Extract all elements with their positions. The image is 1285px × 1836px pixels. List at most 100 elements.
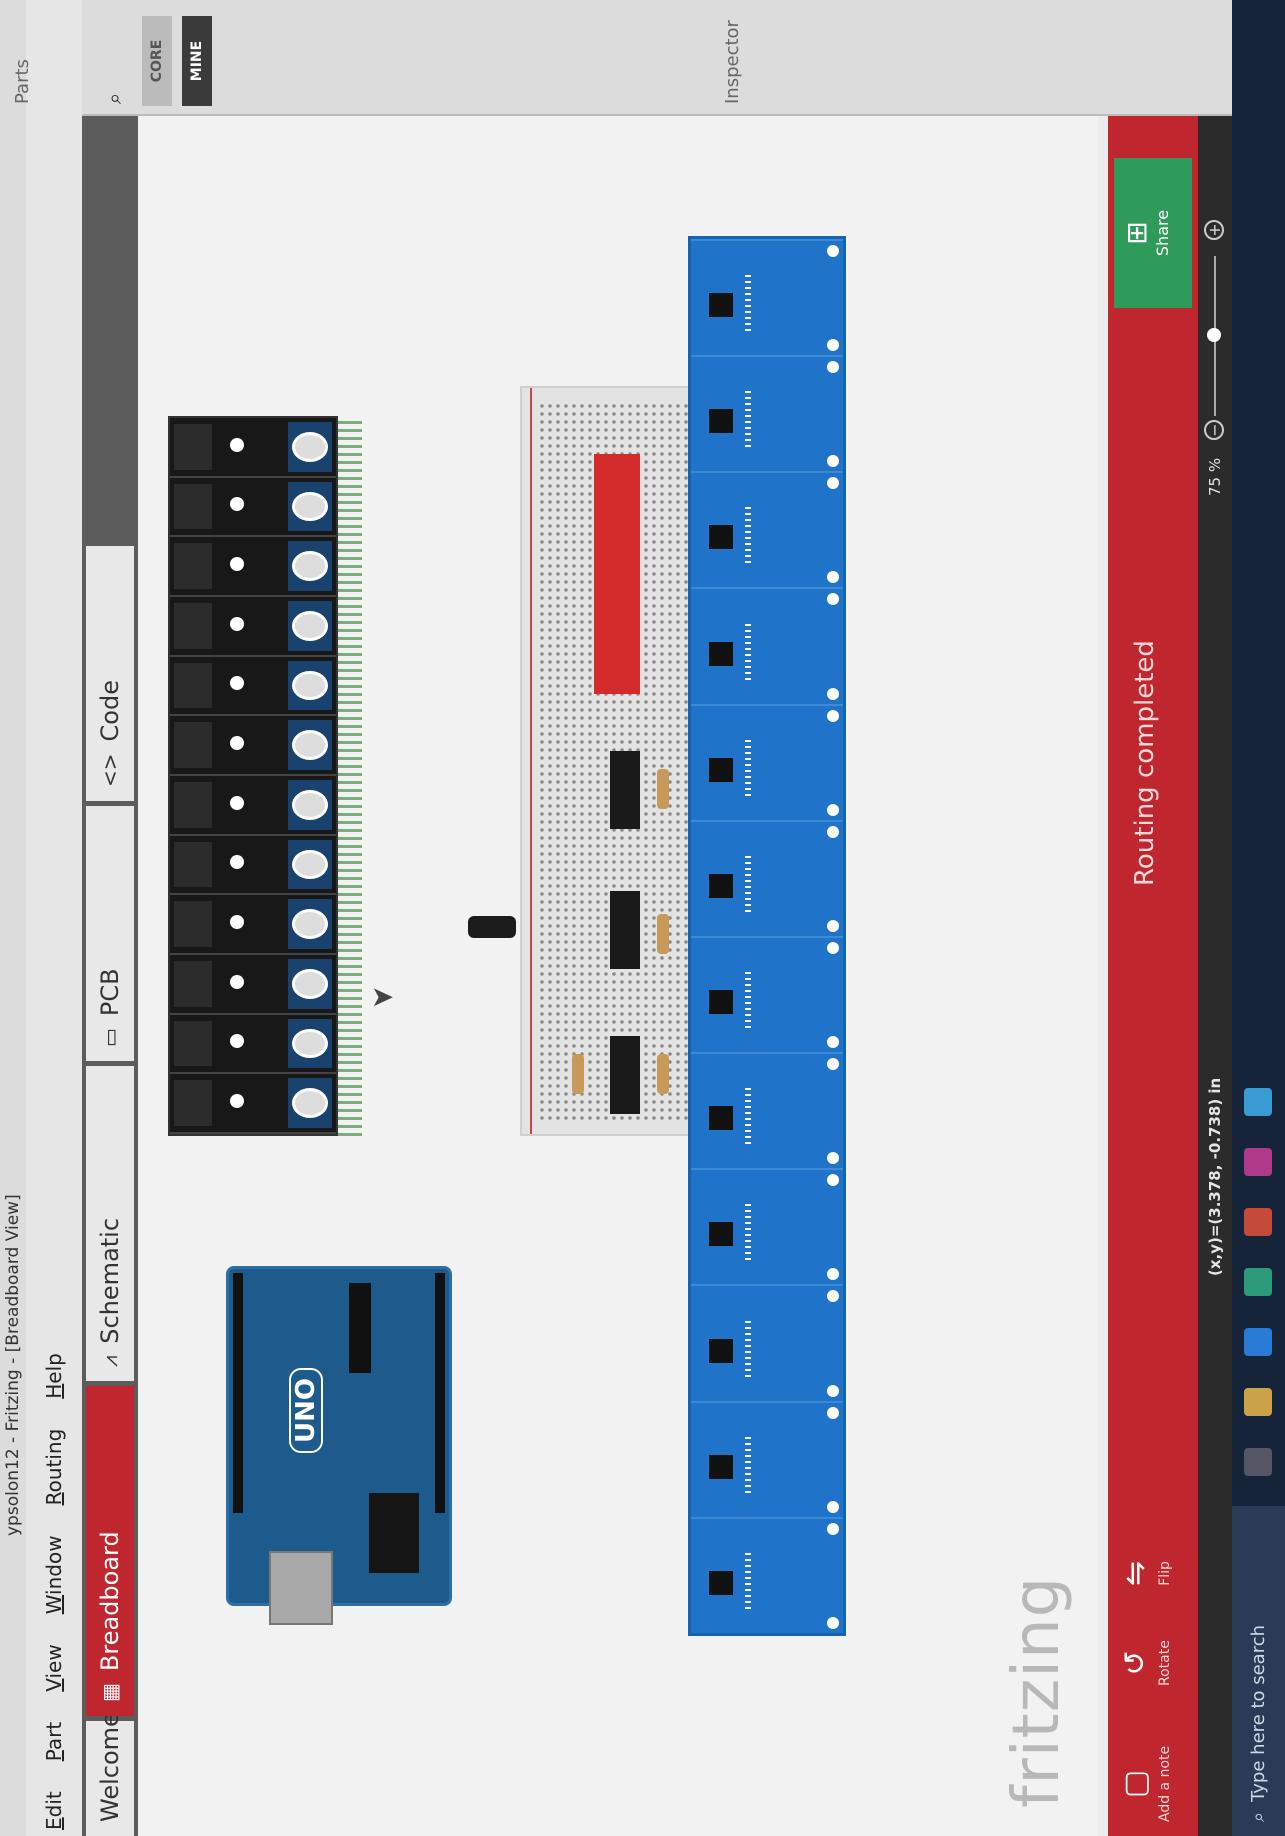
fritzing-logo: fritzing <box>1000 1575 1074 1808</box>
menu-view[interactable]: View <box>42 1644 66 1691</box>
blue-module[interactable] <box>691 587 843 704</box>
blue-module[interactable] <box>691 1400 843 1517</box>
tab-code-label: Code <box>96 680 124 742</box>
inspector-title: Inspector <box>722 20 743 104</box>
menu-edit[interactable]: Edit <box>42 1791 66 1830</box>
blue-module[interactable] <box>691 471 843 588</box>
canvas-surface[interactable]: UNO ➤ fritzing <box>138 116 1196 1836</box>
red-component-block[interactable] <box>594 454 640 694</box>
breadboard-icon: ▦ <box>98 1683 122 1702</box>
relay-pin-wires <box>338 416 362 1136</box>
fritzing-window: ypsolon12 - Fritzing - [Breadboard View]… <box>0 0 1285 1836</box>
pin-header-top <box>233 1273 243 1513</box>
resistor[interactable] <box>657 769 669 809</box>
app-icon[interactable] <box>1244 1268 1272 1296</box>
schematic-icon: ⩘ <box>98 1355 122 1367</box>
relay-module-bank[interactable] <box>168 416 338 1136</box>
blue-module[interactable] <box>691 355 843 472</box>
relay-module[interactable] <box>170 656 336 717</box>
relay-module[interactable] <box>170 776 336 836</box>
bin-core[interactable]: CORE <box>142 16 172 106</box>
search-placeholder: Type here to search <box>1248 1624 1269 1802</box>
resistor[interactable] <box>657 1054 669 1094</box>
tab-code[interactable]: <> Code <box>86 546 134 801</box>
right-panel: Parts ⌕ CORE MINE Inspector <box>12 0 1232 116</box>
relay-module[interactable] <box>170 835 336 896</box>
power-rail-top <box>530 388 532 1134</box>
blue-module[interactable] <box>691 1516 843 1633</box>
mouse-cursor-icon: ➤ <box>370 979 395 1013</box>
blue-module[interactable] <box>691 1284 843 1401</box>
parts-search-icon[interactable]: ⌕ <box>102 93 126 104</box>
blue-module-strip[interactable] <box>688 236 846 1636</box>
breadboard-canvas[interactable]: UNO ➤ fritzing <box>138 116 1196 1836</box>
menu-routing[interactable]: Routing <box>42 1429 66 1506</box>
view-tabs: Welcome ▦ Breadboard ⩘ Schematic ▭ PCB <… <box>82 116 138 1836</box>
routing-status: Routing completed <box>1130 640 1160 886</box>
rotate-label: Rotate <box>1157 1640 1173 1686</box>
cursor-coordinates: (x,y)=(3.378, -0.738) in <box>1206 1077 1224 1276</box>
ic-chip[interactable] <box>610 891 640 969</box>
menu-bar: Edit Part View Window Routing Help <box>26 0 82 1836</box>
parts-title: Parts <box>12 59 33 104</box>
add-note-label: Add a note <box>1157 1745 1173 1822</box>
zoom-in-button[interactable]: + <box>1204 220 1224 240</box>
app-icon[interactable] <box>1244 1328 1272 1356</box>
file-explorer-icon[interactable] <box>1244 1388 1272 1416</box>
resistor[interactable] <box>657 914 669 954</box>
share-button[interactable]: ⊞ Share <box>1114 158 1192 308</box>
pcb-icon: ▭ <box>98 1028 122 1047</box>
browser-icon[interactable] <box>1244 1208 1272 1236</box>
tab-pcb[interactable]: ▭ PCB <box>86 806 134 1061</box>
taskbar-search[interactable]: ⌕ Type here to search <box>1232 1506 1285 1836</box>
relay-module[interactable] <box>170 418 336 478</box>
bottom-toolbar: ▢ Add a note ↺ Rotate ⇋ Flip Routing com… <box>1108 116 1198 1836</box>
arduino-uno-board[interactable]: UNO <box>226 1266 452 1625</box>
tab-pcb-label: PCB <box>96 968 124 1017</box>
relay-module[interactable] <box>170 895 336 956</box>
share-icon: ⊞ <box>1120 221 1153 245</box>
tab-welcome-label: Welcome <box>96 1712 124 1822</box>
ic-chip[interactable] <box>610 751 640 829</box>
menu-part[interactable]: Part <box>42 1722 66 1762</box>
blue-module[interactable] <box>691 1052 843 1169</box>
relay-module[interactable] <box>170 597 336 657</box>
add-note-button[interactable]: ▢ Add a note <box>1118 1746 1173 1822</box>
power-jack <box>369 1493 419 1573</box>
search-icon: ⌕ <box>1248 1811 1269 1822</box>
app-icon[interactable] <box>1244 1148 1272 1176</box>
tab-schematic[interactable]: ⩘ Schematic <box>86 1066 134 1381</box>
menu-window[interactable]: Window <box>42 1535 66 1614</box>
flip-label: Flip <box>1157 1561 1173 1586</box>
photo-stage: ypsolon12 - Fritzing - [Breadboard View]… <box>0 0 1285 1836</box>
relay-module[interactable] <box>170 716 336 777</box>
capacitor-component[interactable] <box>468 916 516 938</box>
blue-module[interactable] <box>691 819 843 936</box>
relay-module[interactable] <box>170 1074 336 1135</box>
blue-module[interactable] <box>691 1168 843 1285</box>
task-view-icon[interactable] <box>1244 1448 1272 1476</box>
rotate-button[interactable]: ↺ Rotate <box>1118 1640 1173 1686</box>
blue-module[interactable] <box>691 703 843 820</box>
tab-breadboard[interactable]: ▦ Breadboard <box>86 1386 134 1716</box>
window-title: ypsolon12 - Fritzing - [Breadboard View] <box>0 0 26 1836</box>
rotate-icon: ↺ <box>1118 1650 1153 1676</box>
resistor[interactable] <box>572 1054 584 1094</box>
relay-module[interactable] <box>170 955 336 1015</box>
tab-welcome[interactable]: Welcome <box>86 1712 134 1836</box>
bin-mine[interactable]: MINE <box>182 16 212 106</box>
flip-icon: ⇋ <box>1118 1560 1153 1586</box>
ic-chip[interactable] <box>610 1036 640 1114</box>
blue-module[interactable] <box>691 935 843 1053</box>
app-icon[interactable] <box>1244 1088 1272 1116</box>
menu-help[interactable]: Help <box>42 1353 66 1399</box>
relay-module[interactable] <box>170 1014 336 1075</box>
relay-module[interactable] <box>170 477 336 538</box>
tab-breadboard-label: Breadboard <box>96 1531 124 1672</box>
flip-button[interactable]: ⇋ Flip <box>1118 1561 1173 1586</box>
share-label: Share <box>1153 209 1172 257</box>
zoom-slider-handle[interactable] <box>1207 328 1221 342</box>
relay-module[interactable] <box>170 537 336 598</box>
blue-module[interactable] <box>691 238 843 356</box>
zoom-out-button[interactable]: − <box>1204 420 1224 440</box>
